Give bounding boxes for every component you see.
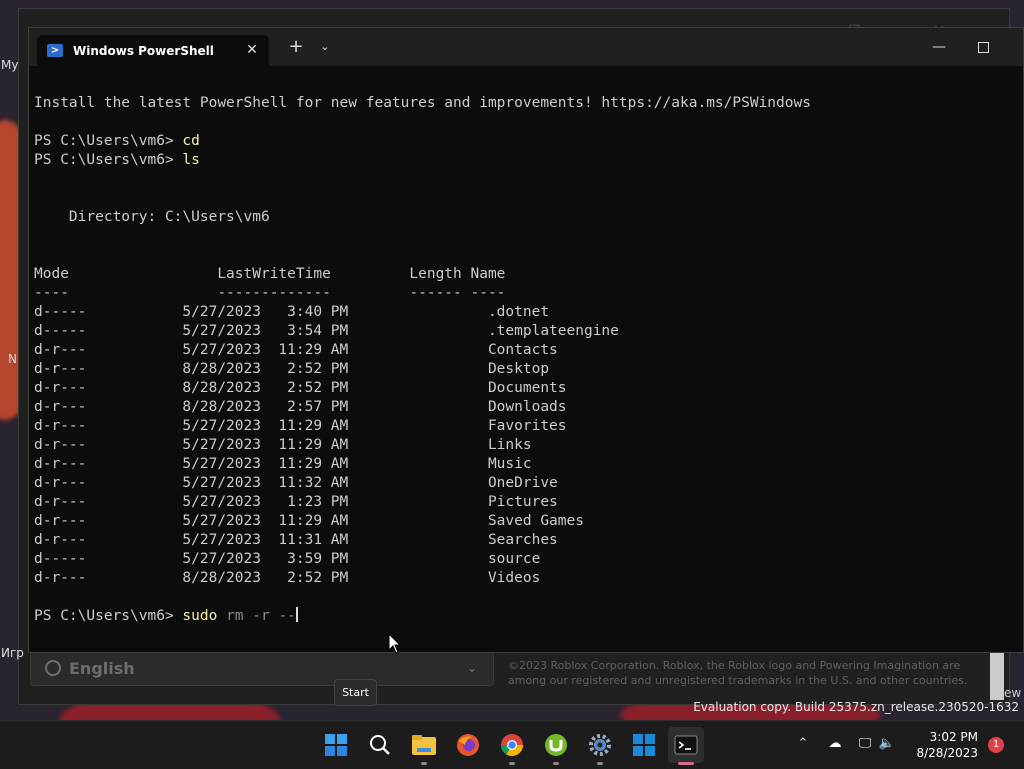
listing-row: d-r--- 5/27/2023 11:29 AM Saved Games xyxy=(34,513,584,529)
text-cursor xyxy=(295,607,298,622)
utorrent-icon xyxy=(545,734,567,756)
search-button[interactable] xyxy=(362,727,398,763)
start-button[interactable] xyxy=(318,727,354,763)
firefox-button[interactable] xyxy=(450,727,486,763)
prompt: PS C:\Users\vm6> xyxy=(34,608,183,624)
desktop-icons-edge: My N Игр xyxy=(0,0,24,720)
banner-line: Install the latest PowerShell for new fe… xyxy=(34,95,811,111)
microsoft-store-icon xyxy=(633,734,655,756)
notification-badge[interactable]: 1 xyxy=(988,737,1004,753)
history-command: cd xyxy=(182,133,200,149)
file-explorer-icon xyxy=(412,735,436,755)
running-indicator xyxy=(509,762,515,765)
listing-row: d-r--- 5/27/2023 11:29 AM Favorites xyxy=(34,418,567,434)
new-tab-button[interactable]: + xyxy=(285,36,307,58)
chrome-button[interactable] xyxy=(494,727,530,765)
tab-windows-powershell[interactable]: > Windows PowerShell ✕ xyxy=(37,35,269,66)
desktop-icon-label[interactable]: Игр xyxy=(1,646,24,660)
directory-line: Directory: C:\Users\vm6 xyxy=(34,209,270,225)
chevron-up-icon[interactable]: ⌃ xyxy=(794,735,812,753)
tab-dropdown-button[interactable]: ⌄ xyxy=(315,36,335,58)
listing-row: d-r--- 5/27/2023 11:32 AM OneDrive xyxy=(34,475,558,491)
globe-icon xyxy=(45,660,61,676)
language-label: English xyxy=(69,658,135,678)
listing-row: d-r--- 8/28/2023 2:52 PM Documents xyxy=(34,380,567,396)
start-icon xyxy=(325,734,347,756)
prompt: PS C:\Users\vm6> xyxy=(34,133,183,149)
clock-time: 3:02 PM xyxy=(929,730,978,744)
clock-date: 8/28/2023 xyxy=(916,746,978,760)
listing-row: d-r--- 8/28/2023 2:52 PM Videos xyxy=(34,570,541,586)
tab-bar: > Windows PowerShell ✕ + ⌄ — xyxy=(29,28,1023,66)
running-indicator xyxy=(597,762,603,765)
search-icon xyxy=(370,735,390,755)
onedrive-offline-icon[interactable]: ☁ xyxy=(826,735,844,753)
settings-button[interactable] xyxy=(582,727,618,765)
evaluation-watermark: Evaluation copy. Build 25375.zn_release.… xyxy=(693,700,1019,714)
language-selector[interactable]: English ⌄ xyxy=(30,650,494,686)
listing-row: d----- 5/27/2023 3:54 PM .templateengine xyxy=(34,323,619,339)
file-explorer-button[interactable] xyxy=(406,727,442,765)
listing-row: d-r--- 5/27/2023 11:29 AM Music xyxy=(34,456,532,472)
listing-row: d----- 5/27/2023 3:40 PM .dotnet xyxy=(34,304,550,320)
close-tab-icon[interactable]: ✕ xyxy=(241,39,263,61)
clock[interactable]: 3:02 PM 8/28/2023 xyxy=(916,729,978,761)
listing-row: d-r--- 8/28/2023 2:52 PM Desktop xyxy=(34,361,550,377)
table-header: Mode LastWriteTime Length Name xyxy=(34,266,506,282)
firefox-icon xyxy=(457,734,479,756)
desktop-icon-label[interactable]: N xyxy=(8,352,17,366)
volume-icon[interactable]: 🔈 xyxy=(878,735,896,753)
powershell-icon: > xyxy=(47,44,63,57)
history-command: ls xyxy=(182,152,200,168)
minimize-button[interactable]: — xyxy=(927,36,951,58)
maximize-button[interactable] xyxy=(971,36,995,58)
network-icon[interactable]: 🖵 xyxy=(856,735,874,753)
running-indicator xyxy=(421,762,427,765)
desktop-icon-label[interactable]: My xyxy=(1,58,18,72)
listing-row: d-r--- 5/27/2023 11:29 AM Contacts xyxy=(34,342,558,358)
terminal-window[interactable]: > Windows PowerShell ✕ + ⌄ — Install the… xyxy=(28,27,1024,653)
microsoft-store-button[interactable] xyxy=(626,727,662,763)
scrollbar-thumb[interactable] xyxy=(990,652,1004,700)
table-rule: ---- ------------- ------ ---- xyxy=(34,285,506,301)
listing-row: d-r--- 5/27/2023 1:23 PM Pictures xyxy=(34,494,558,510)
start-tooltip: Start xyxy=(334,679,377,706)
running-indicator xyxy=(553,762,559,765)
legal-text: ©2023 Roblox Corporation. Roblox, the Ro… xyxy=(508,659,968,687)
edge-text-fragment: ew xyxy=(1004,686,1022,700)
taskbar: ⌃ ☁ 🖵 🔈 3:02 PM 8/28/2023 1 xyxy=(0,720,1024,769)
utorrent-button[interactable] xyxy=(538,727,574,765)
input-command: sudo xyxy=(182,608,218,624)
terminal-icon xyxy=(674,735,698,755)
console-output[interactable]: Install the latest PowerShell for new fe… xyxy=(34,94,811,626)
chrome-icon xyxy=(501,734,523,756)
system-tray: ⌃ ☁ 🖵 🔈 3:02 PM 8/28/2023 1 xyxy=(794,721,1024,769)
maximize-icon xyxy=(977,42,989,53)
listing-row: d----- 5/27/2023 3:59 PM source xyxy=(34,551,541,567)
input-args: rm -r -- xyxy=(226,608,296,624)
listing-row: d-r--- 5/27/2023 11:31 AM Searches xyxy=(34,532,558,548)
tab-title: Windows PowerShell xyxy=(73,43,214,58)
terminal-button[interactable] xyxy=(668,727,704,765)
settings-icon xyxy=(589,734,611,756)
active-indicator xyxy=(678,762,694,765)
mouse-pointer-icon xyxy=(388,633,402,654)
chevron-down-icon: ⌄ xyxy=(466,661,477,675)
prompt: PS C:\Users\vm6> xyxy=(34,152,183,168)
listing-row: d-r--- 8/28/2023 2:57 PM Downloads xyxy=(34,399,567,415)
listing-row: d-r--- 5/27/2023 11:29 AM Links xyxy=(34,437,532,453)
listing-rows: d----- 5/27/2023 3:40 PM .dotnet d----- … xyxy=(34,304,619,586)
